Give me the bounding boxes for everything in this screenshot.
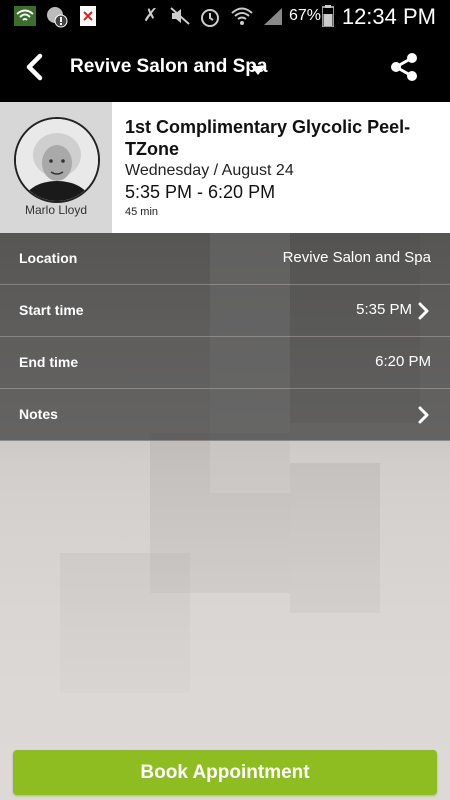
appointment-summary-card: Marlo Lloyd 1st Complimentary Glycolic P… [0,102,450,233]
appointment-details-list: Location Revive Salon and Spa Start time… [0,233,450,441]
alert-icon [47,7,68,28]
wifi-icon [14,6,36,26]
status-clock: 12:34 PM [341,4,436,29]
battery-percent: 67% [289,7,322,24]
wifi-signal-icon [231,7,253,25]
status-bar: ✗ 67% 12:34 PM [0,0,450,33]
end-time-value: 6:20 PM [375,353,431,370]
chevron-down-icon[interactable] [251,66,265,75]
service-title: 1st Complimentary Glycolic Peel-TZone [125,117,411,159]
staff-photo [16,119,98,201]
end-time-row: End time 6:20 PM [0,337,450,389]
start-time-value: 5:35 PM [356,301,412,318]
battery-icon [322,5,334,27]
appointment-time-range: 5:35 PM - 6:20 PM [125,182,276,202]
notes-label: Notes [19,406,58,422]
notes-row[interactable]: Notes [0,389,450,441]
bluetooth-icon: ✗ [143,5,159,25]
start-time-row[interactable]: Start time 5:35 PM [0,285,450,337]
book-appointment-button[interactable]: Book Appointment [13,750,437,795]
staff-panel: Marlo Lloyd [0,102,112,233]
end-time-label: End time [19,354,79,370]
alarm-icon [201,9,219,27]
avatar [14,117,100,203]
chevron-right-icon [418,406,429,424]
location-value: Revive Salon and Spa [282,249,431,266]
chevron-right-icon [418,302,429,320]
location-label: Location [19,250,78,266]
mute-icon [170,7,190,25]
start-time-label: Start time [19,302,84,318]
cell-signal-icon [264,8,282,25]
back-arrow-icon[interactable] [22,53,50,81]
appointment-date: Wednesday / August 24 [125,162,294,179]
appointment-duration: 45 min [125,206,159,218]
app-bar: Revive Salon and Spa [0,33,450,102]
location-title[interactable]: Revive Salon and Spa [70,56,267,78]
close-notification-icon [80,6,96,26]
staff-name: Marlo Lloyd [24,203,88,217]
location-row: Location Revive Salon and Spa [0,233,450,285]
share-icon[interactable] [388,51,420,83]
